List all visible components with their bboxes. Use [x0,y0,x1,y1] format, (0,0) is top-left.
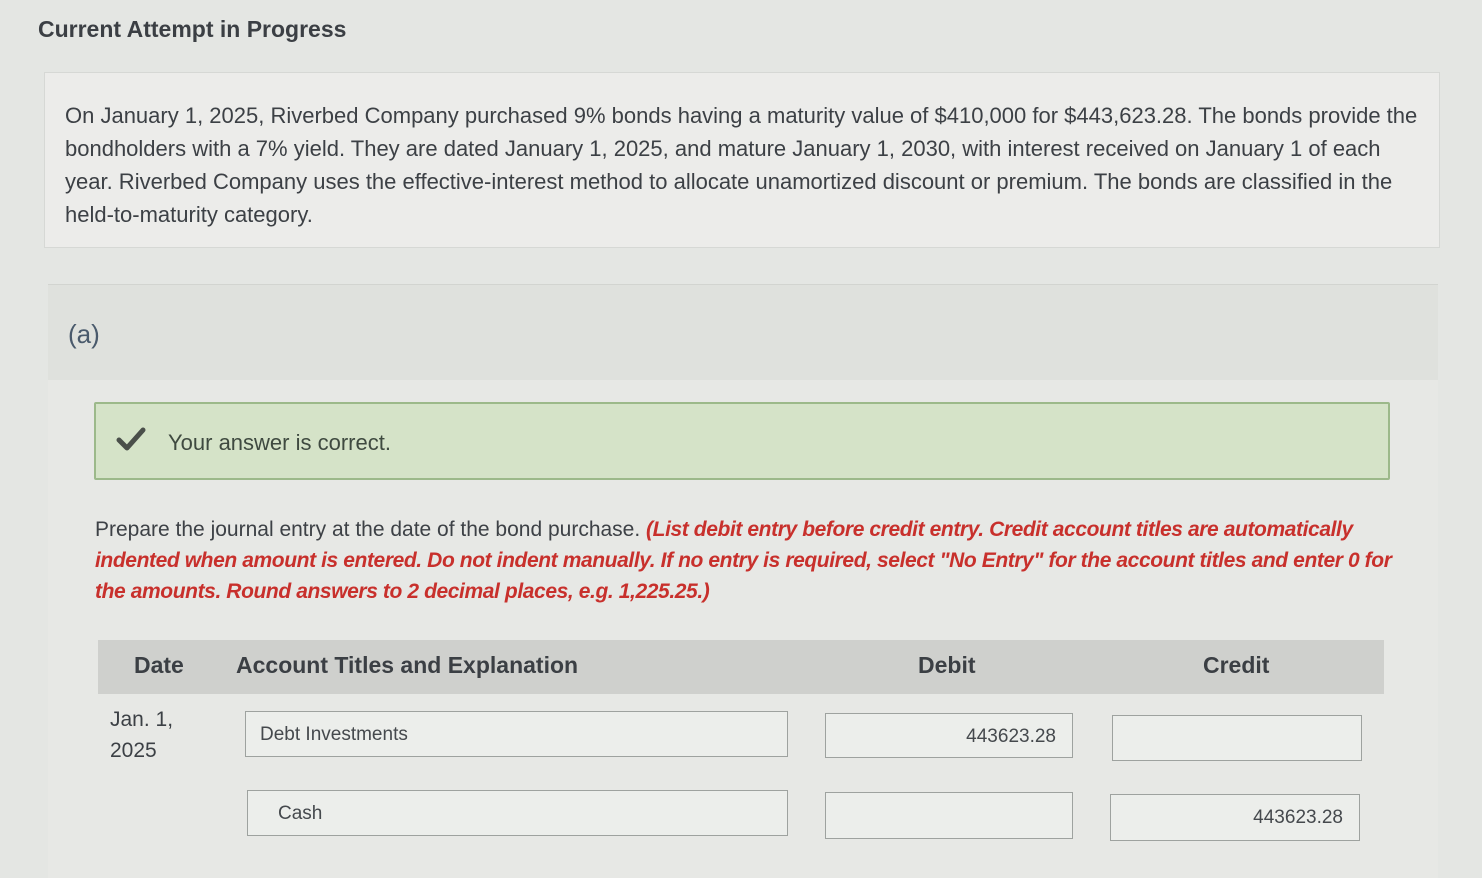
instructions-text: Prepare the journal entry at the date of… [95,518,647,541]
page-title: Current Attempt in Progress [38,16,347,42]
header-date: Date [134,652,184,678]
account-title-field-2[interactable]: Cash [247,790,788,836]
correct-answer-banner: Your answer is correct. [94,402,1390,480]
account-title-field-1[interactable]: Debt Investments [245,711,788,757]
question-panel: On January 1, 2025, Riverbed Company pur… [44,72,1440,248]
question-text: On January 1, 2025, Riverbed Company pur… [65,103,1418,227]
part-header: (a) [48,284,1438,381]
debit-amount-field-2[interactable] [825,792,1073,839]
entry-date-line1: Jan. 1, [110,708,174,731]
header-debit: Debit [918,652,976,678]
correct-answer-text: Your answer is correct. [168,430,391,455]
instructions: Prepare the journal entry at the date of… [95,514,1395,607]
entry-date: Jan. 1, 2025 [110,704,173,766]
checkmark-icon [116,427,146,451]
entry-date-line2: 2025 [110,739,157,762]
header-credit: Credit [1203,652,1270,678]
debit-amount-field-1[interactable]: 443623.28 [825,713,1073,758]
part-label: (a) [68,319,100,349]
credit-amount-field-2[interactable]: 443623.28 [1110,794,1360,841]
header-account: Account Titles and Explanation [236,652,579,678]
journal-table-header: Date Account Titles and Explanation Debi… [98,640,1384,694]
credit-amount-field-1[interactable] [1112,715,1362,761]
